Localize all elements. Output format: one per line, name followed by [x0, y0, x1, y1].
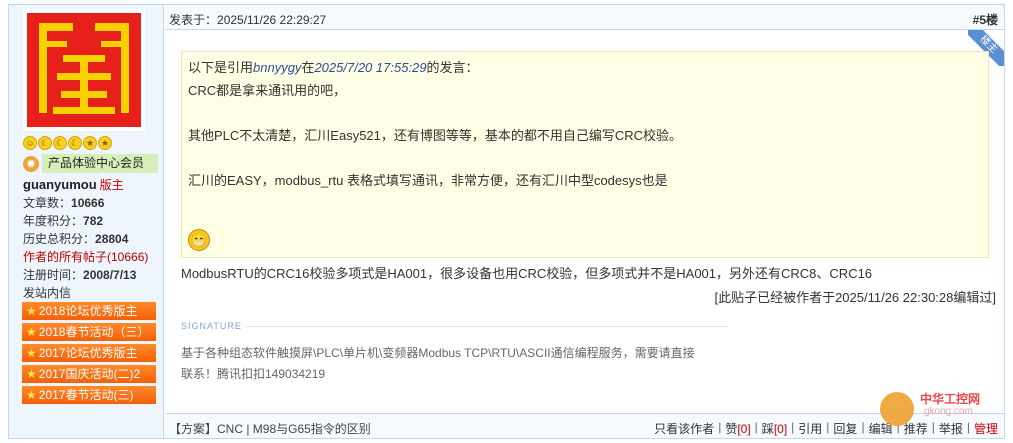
thread-link[interactable]: 【方案】CNC | M98与G65指令的区别 [169, 420, 371, 437]
grin-emoji-icon: 😁 [188, 229, 210, 251]
star-icon: ★ [26, 388, 37, 402]
post-main: 发表于：2025/11/26 22:29:27 #5楼 楼主 以下是引用bnny… [165, 5, 1004, 438]
username[interactable]: guanyumou [23, 177, 97, 192]
quote-line: 汇川的EASY，modbus_rtu 表格式填写通讯，非常方便，还有汇川中型co… [188, 173, 668, 188]
edited-note: [此贴子已经被作者于2025/11/26 22:30:28编辑过] [714, 290, 996, 305]
register-label: 注册时间： [23, 268, 84, 282]
divider [245, 325, 727, 327]
medal-badge[interactable]: ★ 2018论坛优秀版主 [22, 302, 156, 320]
stat-label: 年度积分： [23, 214, 84, 228]
moon-icon: ☾ [53, 136, 67, 150]
medal-label: 2017春节活动(三) [38, 388, 134, 402]
quote-author: bnnyygy [253, 60, 302, 75]
watermark-title: 中华工控网 [920, 392, 981, 406]
stat-value: 28804 [95, 232, 129, 246]
signature-text: 基于各种组态软件触摸屏\PLC\单片机\变频器Modbus TCP\RTU\AS… [181, 343, 695, 385]
send-message-link[interactable]: 发站内信 [23, 286, 71, 300]
rank-stars: ☺ ☾ ☾ ☾ ★ ★ [23, 136, 112, 150]
moon-icon: ☾ [68, 136, 82, 150]
stat-value: 782 [83, 214, 104, 228]
date-value: 2025/11/26 22:29:27 [217, 13, 327, 27]
quote-time: 2025/7/20 17:55:29 [314, 60, 427, 75]
date-prefix: 发表于： [169, 13, 218, 27]
medal-badge[interactable]: ★ 2017春节活动(三) [22, 386, 156, 404]
watermark-domain: gkong.com [924, 406, 973, 417]
register-date: 2008/7/13 [83, 268, 137, 282]
stat-label: 文章数： [23, 196, 72, 210]
forum-post: ☺ ☾ ☾ ☾ ★ ★ ✹ 产品体验中心会员 guanyumou 版主 文章数：1… [8, 4, 1005, 439]
star-icon: ★ [83, 136, 97, 150]
post-footer: 【方案】CNC | M98与G65指令的区别 只看该作者 | 赞[0] | 踩[0]… [165, 413, 1004, 438]
quote-button[interactable]: 引用 [798, 420, 822, 437]
avatar-seal-icon [27, 13, 141, 127]
signature-label: SIGNATURE [181, 321, 242, 331]
site-watermark: 中华工控网 gkong.com [880, 388, 1005, 433]
reply-button[interactable]: 回复 [833, 420, 857, 437]
signature-line: 联系！腾讯扣扣149034219 [181, 367, 326, 381]
star-icon: ★ [26, 367, 37, 381]
quote-header: 以下是引用bnnyygy在2025/7/20 17:55:29的发言： [188, 58, 982, 78]
user-sidebar: ☺ ☾ ☾ ☾ ★ ★ ✹ 产品体验中心会员 guanyumou 版主 文章数：1… [9, 5, 164, 438]
medal-label: 2017国庆活动(二)2 [38, 367, 141, 381]
dislike-label: 踩 [761, 422, 774, 436]
floor-number[interactable]: #5楼 [973, 11, 998, 28]
quote-prefix: 以下是引用 [188, 60, 254, 75]
like-label: 赞 [725, 422, 738, 436]
star-icon: ★ [26, 346, 37, 360]
signature-divider: SIGNATURE [181, 321, 727, 331]
medal-label: 2018论坛优秀版主 [38, 304, 138, 318]
like-count: [0] [737, 422, 751, 436]
post-body: ModbusRTU的CRC16校验多项式是HA001，很多设备也用CRC校验，但… [181, 266, 873, 281]
dislike-button[interactable]: 踩[0] [762, 420, 787, 437]
gear-icon: ✹ [23, 155, 39, 172]
dislike-count: [0] [773, 422, 788, 436]
medal-badge[interactable]: ★ 2018春节活动（三） [22, 323, 156, 341]
gear-logo-icon [880, 392, 914, 426]
medal-label: 2017论坛优秀版主 [38, 346, 138, 360]
star-icon: ☺ [23, 136, 37, 150]
avatar[interactable] [23, 9, 145, 131]
medal-label: 2018春节活动（三） [38, 325, 150, 339]
quote-line: 其他PLC不太清楚，汇川Easy521，还有博图等等，基本的都不用自己编写CRC… [188, 128, 683, 143]
only-author-link[interactable]: 只看该作者 [654, 420, 714, 437]
quote-line: CRC都是拿来通讯用的吧， [188, 83, 347, 98]
star-icon: ★ [26, 304, 37, 318]
medal-badge[interactable]: ★ 2017国庆活动(二)2 [22, 365, 156, 383]
user-role: 版主 [99, 178, 124, 192]
all-posts-link[interactable]: 作者的所有帖子(10666) [23, 250, 148, 264]
medal-list: ★ 2018论坛优秀版主 ★ 2018春节活动（三） ★ 2017论坛优秀版主 ★ 20… [22, 302, 156, 407]
stat-label: 历史总积分： [23, 232, 96, 246]
rank-label: 产品体验中心会员 [42, 154, 158, 173]
like-button[interactable]: 赞[0] [725, 420, 750, 437]
quote-at: 在 [301, 60, 315, 75]
medal-badge[interactable]: ★ 2017论坛优秀版主 [22, 344, 156, 362]
stat-value: 10666 [71, 196, 105, 210]
star-icon: ★ [26, 325, 37, 339]
quote-suffix: 的发言： [426, 60, 479, 75]
user-rank: ✹ 产品体验中心会员 [23, 154, 158, 173]
post-date: 发表于：2025/11/26 22:29:27 [169, 11, 326, 28]
user-info: guanyumou 版主 文章数：10666 年度积分：782 历史总积分：288… [23, 176, 148, 302]
moon-icon: ☾ [38, 136, 52, 150]
post-header: 发表于：2025/11/26 22:29:27 #5楼 [165, 5, 1004, 30]
signature-line: 基于各种组态软件触摸屏\PLC\单片机\变频器Modbus TCP\RTU\AS… [181, 346, 695, 360]
star-icon: ★ [98, 136, 112, 150]
quote-block: 以下是引用bnnyygy在2025/7/20 17:55:29的发言： CRC都… [181, 51, 989, 258]
